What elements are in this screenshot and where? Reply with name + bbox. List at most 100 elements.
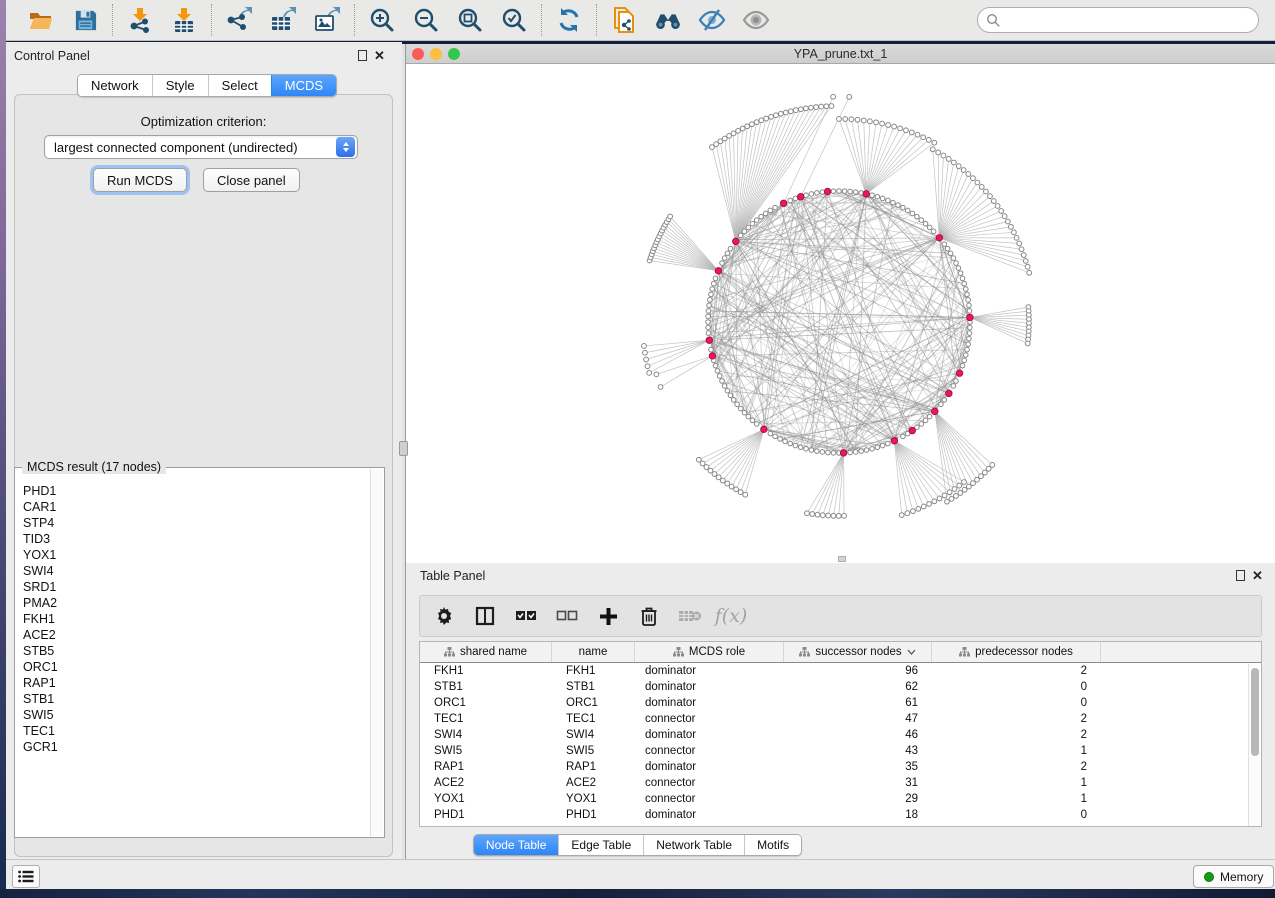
mcds-hub-node[interactable] xyxy=(840,450,846,456)
leaf-node[interactable] xyxy=(696,457,701,462)
leaf-node[interactable] xyxy=(951,160,956,165)
ring-node[interactable] xyxy=(778,437,783,442)
mcds-hub-node[interactable] xyxy=(706,337,712,343)
mcds-hub-node[interactable] xyxy=(780,200,786,206)
ring-node[interactable] xyxy=(831,189,836,194)
ring-node[interactable] xyxy=(815,191,820,196)
leaf-node[interactable] xyxy=(700,461,705,466)
task-history-button[interactable] xyxy=(12,865,40,888)
leaf-node[interactable] xyxy=(1005,219,1010,224)
leaf-node[interactable] xyxy=(921,504,926,509)
clone-network-icon[interactable] xyxy=(610,6,638,34)
ring-node[interactable] xyxy=(746,225,751,230)
ring-node[interactable] xyxy=(754,218,759,223)
column-header-MCDS-role[interactable]: MCDS role xyxy=(635,642,784,662)
mcds-hub-node[interactable] xyxy=(715,268,721,274)
ring-node[interactable] xyxy=(722,384,727,389)
ring-node[interactable] xyxy=(967,309,972,314)
leaf-node[interactable] xyxy=(824,104,829,109)
zoom-in-icon[interactable] xyxy=(368,6,396,34)
mcds-result-item[interactable]: PMA2 xyxy=(23,595,370,611)
close-panel-icon[interactable]: ✕ xyxy=(374,50,385,61)
leaf-node[interactable] xyxy=(738,490,743,495)
leaf-node[interactable] xyxy=(952,487,957,492)
ring-node[interactable] xyxy=(711,281,716,286)
leaf-node[interactable] xyxy=(1019,247,1024,252)
leaf-node[interactable] xyxy=(820,513,825,518)
leaf-node[interactable] xyxy=(905,511,910,516)
run-mcds-button[interactable]: Run MCDS xyxy=(93,168,187,192)
show-all-icon[interactable] xyxy=(742,6,770,34)
leaf-node[interactable] xyxy=(880,121,885,126)
leaf-node[interactable] xyxy=(1002,214,1007,219)
ring-node[interactable] xyxy=(720,379,725,384)
tab-motifs[interactable]: Motifs xyxy=(744,835,801,855)
leaf-node[interactable] xyxy=(847,95,852,100)
export-network-icon[interactable] xyxy=(225,6,253,34)
mcds-result-item[interactable]: STP4 xyxy=(23,515,370,531)
leaf-node[interactable] xyxy=(962,487,967,492)
leaf-node[interactable] xyxy=(984,189,989,194)
leaf-node[interactable] xyxy=(975,477,980,482)
ring-node[interactable] xyxy=(725,251,730,256)
ring-node[interactable] xyxy=(875,194,880,199)
ring-node[interactable] xyxy=(708,298,713,303)
ring-node[interactable] xyxy=(706,331,711,336)
leaf-node[interactable] xyxy=(945,499,950,504)
network-canvas[interactable] xyxy=(406,64,1275,563)
table-scrollbar[interactable] xyxy=(1248,664,1260,826)
leaf-node[interactable] xyxy=(731,131,736,136)
leaf-node[interactable] xyxy=(904,128,909,133)
splitter-handle[interactable] xyxy=(399,441,408,456)
leaf-node[interactable] xyxy=(819,104,824,109)
ring-node[interactable] xyxy=(809,448,814,453)
select-all-icon[interactable] xyxy=(514,604,538,628)
leaf-node[interactable] xyxy=(1023,259,1028,264)
table-options-icon[interactable] xyxy=(432,604,456,628)
leaf-node[interactable] xyxy=(1021,253,1026,258)
leaf-node[interactable] xyxy=(793,108,798,113)
leaf-node[interactable] xyxy=(783,110,788,115)
leaf-node[interactable] xyxy=(668,214,673,219)
tab-mcds[interactable]: MCDS xyxy=(271,75,336,96)
zoom-fit-icon[interactable] xyxy=(456,6,484,34)
ring-node[interactable] xyxy=(837,189,842,194)
ring-node[interactable] xyxy=(709,347,714,352)
ring-node[interactable] xyxy=(728,393,733,398)
ring-node[interactable] xyxy=(891,200,896,205)
memory-button[interactable]: Memory xyxy=(1193,865,1274,888)
leaf-node[interactable] xyxy=(915,132,920,137)
ring-node[interactable] xyxy=(759,214,764,219)
leaf-node[interactable] xyxy=(937,496,942,501)
mcds-hub-node[interactable] xyxy=(863,191,869,197)
ring-node[interactable] xyxy=(956,266,961,271)
ring-node[interactable] xyxy=(783,439,788,444)
ring-node[interactable] xyxy=(927,414,932,419)
ring-node[interactable] xyxy=(788,441,793,446)
ring-node[interactable] xyxy=(717,374,722,379)
table-row[interactable]: ORC1ORC1dominator610 xyxy=(420,695,1261,711)
leaf-node[interactable] xyxy=(927,502,932,507)
leaf-node[interactable] xyxy=(947,490,952,495)
leaf-node[interactable] xyxy=(843,117,848,122)
mcds-result-item[interactable]: ACE2 xyxy=(23,627,370,643)
ring-node[interactable] xyxy=(793,196,798,201)
leaf-node[interactable] xyxy=(654,372,659,377)
ring-node[interactable] xyxy=(954,379,959,384)
table-row[interactable]: YOX1YOX1connector291 xyxy=(420,791,1261,807)
leaf-node[interactable] xyxy=(645,364,650,369)
leaf-node[interactable] xyxy=(975,180,980,185)
leaf-node[interactable] xyxy=(954,494,959,499)
refresh-icon[interactable] xyxy=(555,6,583,34)
leaf-node[interactable] xyxy=(986,466,991,471)
leaf-node[interactable] xyxy=(995,204,1000,209)
ring-node[interactable] xyxy=(763,211,768,216)
ring-node[interactable] xyxy=(966,298,971,303)
open-session-icon[interactable] xyxy=(27,6,55,34)
ring-node[interactable] xyxy=(848,450,853,455)
ring-node[interactable] xyxy=(931,229,936,234)
leaf-node[interactable] xyxy=(867,119,872,124)
leaf-node[interactable] xyxy=(815,512,820,517)
leaf-node[interactable] xyxy=(729,484,734,489)
ring-node[interactable] xyxy=(963,353,968,358)
